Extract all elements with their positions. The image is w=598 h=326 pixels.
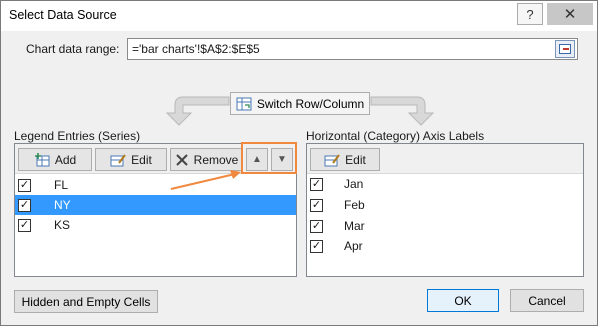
series-ny-label: NY (54, 198, 71, 212)
axis-mar-label: Mar (344, 219, 365, 233)
annotation-highlight-box (241, 142, 297, 174)
collapse-dialog-button[interactable] (555, 40, 575, 58)
switch-row-column-icon (236, 97, 252, 110)
axis-apr-label: Apr (344, 239, 363, 253)
edit-axis-labels-label: Edit (345, 152, 366, 167)
switch-row-column-button[interactable]: Switch Row/Column (230, 92, 370, 115)
annotation-arrow-icon (170, 170, 241, 190)
series-row-ny[interactable]: ✓ NY (15, 195, 296, 215)
curved-arrow-right-icon (370, 96, 435, 126)
axis-feb-label: Feb (344, 198, 365, 212)
axis-jan-checkbox[interactable]: ✓ (310, 177, 323, 191)
axis-row-apr[interactable]: ✓ Apr (307, 236, 583, 256)
series-ny-checkbox[interactable]: ✓ (18, 198, 31, 212)
remove-series-label: Remove (193, 152, 239, 167)
cancel-button[interactable]: Cancel (510, 289, 584, 312)
axis-row-feb[interactable]: ✓ Feb (307, 195, 583, 215)
series-fl-label: FL (54, 178, 69, 192)
legend-entries-heading: Legend Entries (Series) (14, 129, 141, 143)
close-button[interactable]: ✕ (547, 3, 593, 25)
axis-mar-checkbox[interactable]: ✓ (310, 219, 323, 233)
chart-data-range-input[interactable]: ='bar charts'!$A$2:$E$5 (127, 38, 578, 60)
series-row-ks[interactable]: ✓ KS (15, 215, 296, 235)
axis-labels-heading: Horizontal (Category) Axis Labels (306, 129, 485, 143)
collapse-range-icon (559, 44, 571, 54)
series-ks-checkbox[interactable]: ✓ (18, 218, 31, 232)
curved-arrow-left-icon (165, 96, 230, 126)
chart-data-range-value: ='bar charts'!$A$2:$E$5 (132, 42, 260, 56)
edit-series-button[interactable]: Edit (95, 148, 167, 171)
switch-row-column-label: Switch Row/Column (256, 96, 365, 111)
add-series-button[interactable]: Add (18, 148, 92, 171)
help-button[interactable]: ? (517, 3, 543, 25)
cancel-label: Cancel (528, 293, 566, 308)
series-ks-label: KS (54, 218, 71, 232)
add-series-label: Add (54, 152, 77, 167)
axis-row-mar[interactable]: ✓ Mar (307, 216, 583, 236)
series-fl-checkbox[interactable]: ✓ (18, 178, 31, 192)
title-bar: Select Data Source ? ✕ (1, 1, 597, 31)
edit-axis-icon (324, 153, 340, 166)
axis-apr-checkbox[interactable]: ✓ (310, 239, 323, 253)
hidden-empty-cells-label: Hidden and Empty Cells (21, 294, 151, 309)
axis-toolbar: Edit (307, 144, 583, 174)
axis-labels-panel: Edit ✓ Jan ✓ Feb ✓ Mar ✓ Apr (306, 143, 584, 277)
edit-series-label: Edit (131, 152, 152, 167)
remove-series-icon (175, 153, 188, 166)
window-title: Select Data Source (9, 8, 117, 22)
add-series-icon (34, 152, 50, 166)
ok-button[interactable]: OK (427, 289, 499, 312)
chart-data-range-label: Chart data range: (26, 42, 120, 56)
axis-feb-checkbox[interactable]: ✓ (310, 198, 323, 212)
hidden-empty-cells-button[interactable]: Hidden and Empty Cells (14, 290, 158, 313)
axis-row-jan[interactable]: ✓ Jan (307, 174, 583, 194)
edit-series-icon (110, 153, 126, 166)
ok-label: OK (454, 293, 472, 308)
series-row-fl[interactable]: ✓ FL (15, 175, 296, 195)
edit-axis-labels-button[interactable]: Edit (310, 148, 380, 171)
axis-jan-label: Jan (344, 177, 364, 191)
select-data-source-dialog: Select Data Source ? ✕ Chart data range:… (0, 0, 598, 326)
